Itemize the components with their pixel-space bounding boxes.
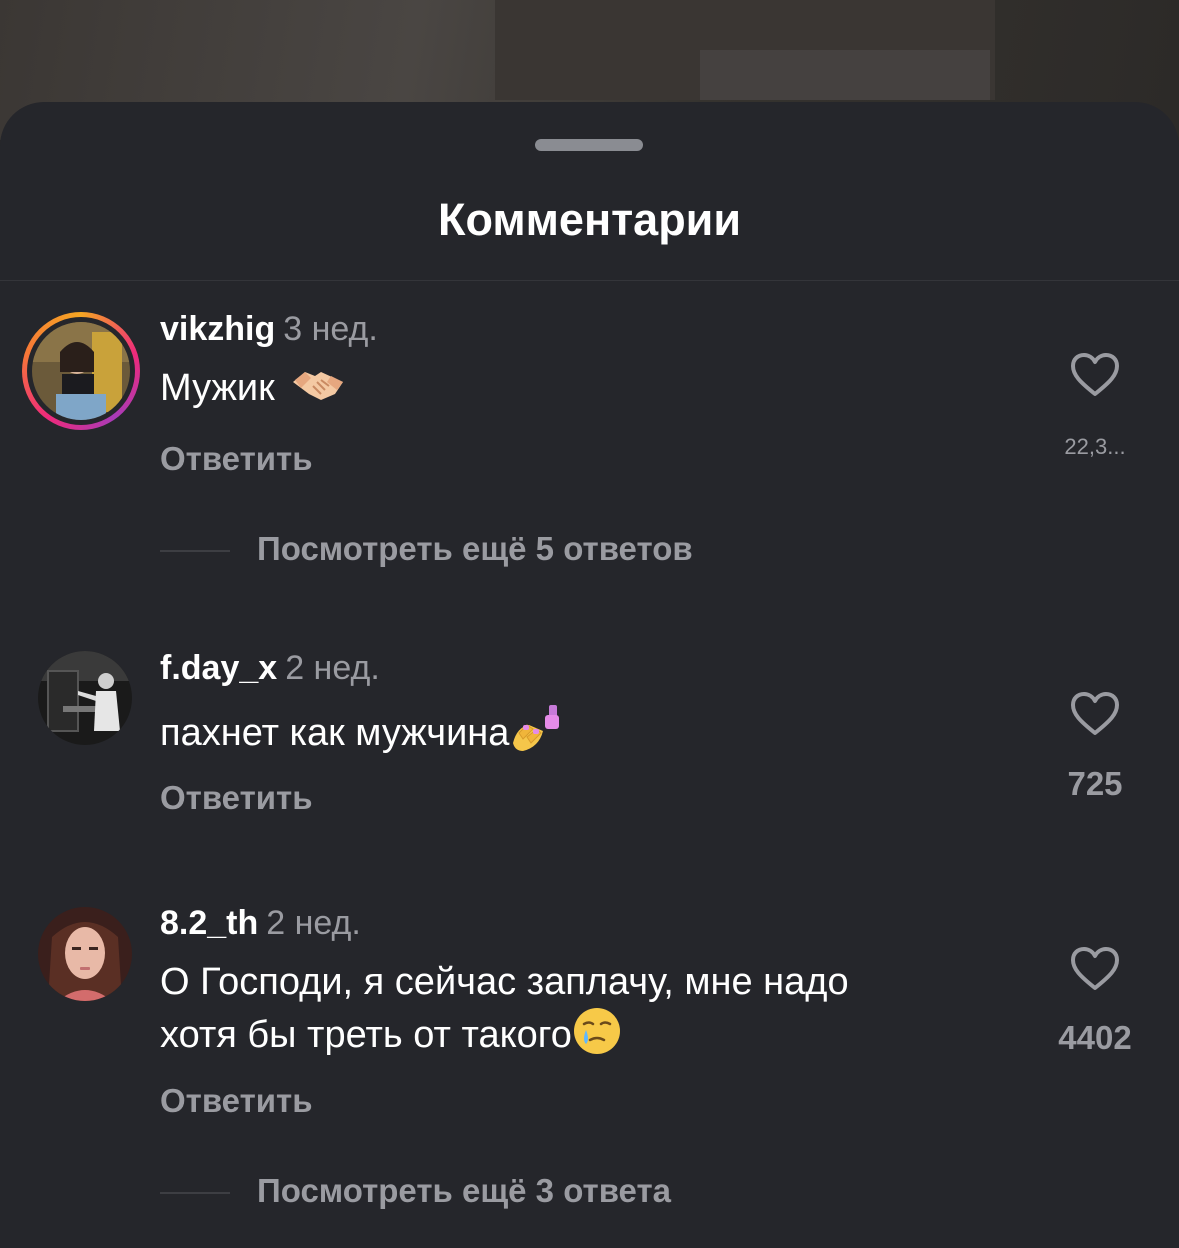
view-more-replies-label: Посмотреть ещё 5 ответов	[257, 530, 693, 567]
background-frame	[700, 50, 990, 100]
comments-sheet: Комментарии vikzhig 3 нед. Мужик Ответит…	[0, 102, 1179, 1248]
comment-text-line: О Господи, я сейчас заплачу, мне надо	[160, 961, 849, 1003]
comment-text-content: пахнет как мужчина	[160, 712, 510, 755]
avatar	[32, 322, 130, 420]
avatar[interactable]	[38, 651, 132, 745]
comment-age: 3 нед.	[283, 310, 378, 348]
view-more-replies[interactable]: Посмотреть ещё 3 ответа	[160, 1172, 860, 1212]
drag-handle[interactable]	[535, 139, 643, 151]
nail-polish-icon	[509, 703, 561, 767]
handshake-icon	[291, 364, 345, 416]
heart-icon[interactable]	[1070, 691, 1120, 737]
comment-text-line: хотя бы треть от такого	[160, 1014, 572, 1057]
avatar[interactable]	[38, 907, 132, 1001]
replies-line	[160, 550, 230, 552]
replies-line	[160, 1192, 230, 1194]
comment-text: пахнет как мужчина	[160, 703, 1010, 767]
heart-icon[interactable]	[1070, 352, 1120, 398]
view-more-replies[interactable]: Посмотреть ещё 5 ответов	[160, 530, 860, 570]
comment-text: О Господи, я сейчас заплачу, мне надо хо…	[160, 958, 1010, 1068]
like-count: 22,3...	[1064, 434, 1126, 459]
heart-icon[interactable]	[1070, 946, 1120, 992]
username[interactable]: 8.2_th	[160, 904, 258, 942]
reply-button[interactable]: Ответить	[160, 1082, 313, 1120]
comment-age: 2 нед.	[266, 904, 361, 942]
sheet-title: Комментарии	[437, 194, 742, 245]
comment-age: 2 нед.	[285, 649, 380, 687]
comment-text-line-2: хотя бы треть от такого	[160, 1006, 1010, 1068]
header-divider	[0, 280, 1179, 281]
reply-button[interactable]: Ответить	[160, 440, 313, 478]
comment-meta: vikzhig 3 нед.	[160, 310, 378, 349]
comment-text: Мужик	[160, 364, 1010, 416]
comment-meta: f.day_x 2 нед.	[160, 649, 380, 688]
face-holding-back-tears-icon	[572, 1006, 622, 1068]
comment-meta: 8.2_th 2 нед.	[160, 904, 361, 943]
like-count: 725	[1067, 765, 1123, 802]
view-more-replies-label: Посмотреть ещё 3 ответа	[257, 1172, 671, 1209]
like-count: 4402	[1058, 1019, 1132, 1056]
avatar-story-ring[interactable]	[22, 312, 140, 430]
reply-button[interactable]: Ответить	[160, 779, 313, 817]
username[interactable]: f.day_x	[160, 649, 277, 687]
comment-text-content: Мужик	[160, 367, 275, 410]
username[interactable]: vikzhig	[160, 310, 275, 348]
